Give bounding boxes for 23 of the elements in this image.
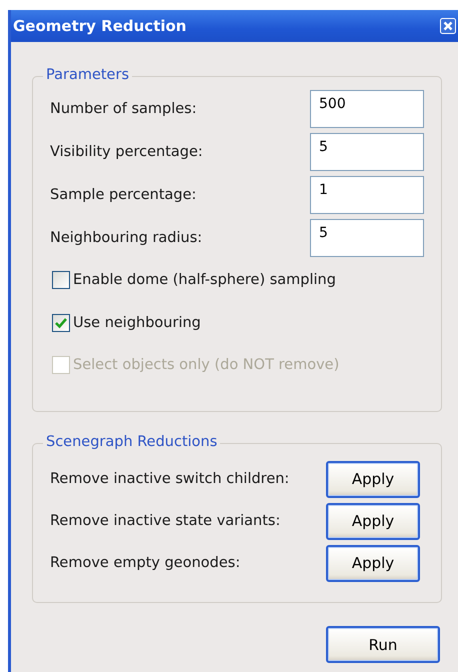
reduction-label: Remove empty geonodes: [50, 555, 240, 571]
reduction-label: Remove inactive switch children: [50, 471, 290, 487]
checkbox-label: Use neighbouring [73, 314, 201, 331]
input-field[interactable]: 5 [310, 218, 424, 256]
group-title: Scenegraph Reductions [43, 434, 220, 450]
run-button[interactable]: Run [326, 626, 440, 663]
checkbox[interactable] [52, 271, 70, 290]
apply-button[interactable]: Apply [326, 502, 420, 540]
checkbox-label: Select objects only (do NOT remove) [73, 357, 340, 374]
reduction-label: Remove inactive state variants: [50, 513, 280, 529]
field-label: Sample percentage: [50, 186, 196, 202]
input-field[interactable]: 500 [310, 90, 424, 128]
checkbox-label: Enable dome (half-sphere) sampling [73, 272, 336, 288]
apply-button[interactable]: Apply [326, 544, 420, 582]
field-label: Neighbouring radius: [50, 230, 202, 246]
checkbox[interactable] [52, 314, 70, 332]
field-label: Number of samples: [50, 100, 197, 116]
window-title: Geometry Reduction [13, 17, 186, 35]
field-label: Visibility percentage: [50, 144, 203, 160]
close-icon[interactable] [440, 18, 456, 34]
input-field[interactable]: 1 [310, 176, 424, 214]
input-field[interactable]: 5 [310, 132, 424, 170]
apply-button[interactable]: Apply [326, 460, 420, 498]
